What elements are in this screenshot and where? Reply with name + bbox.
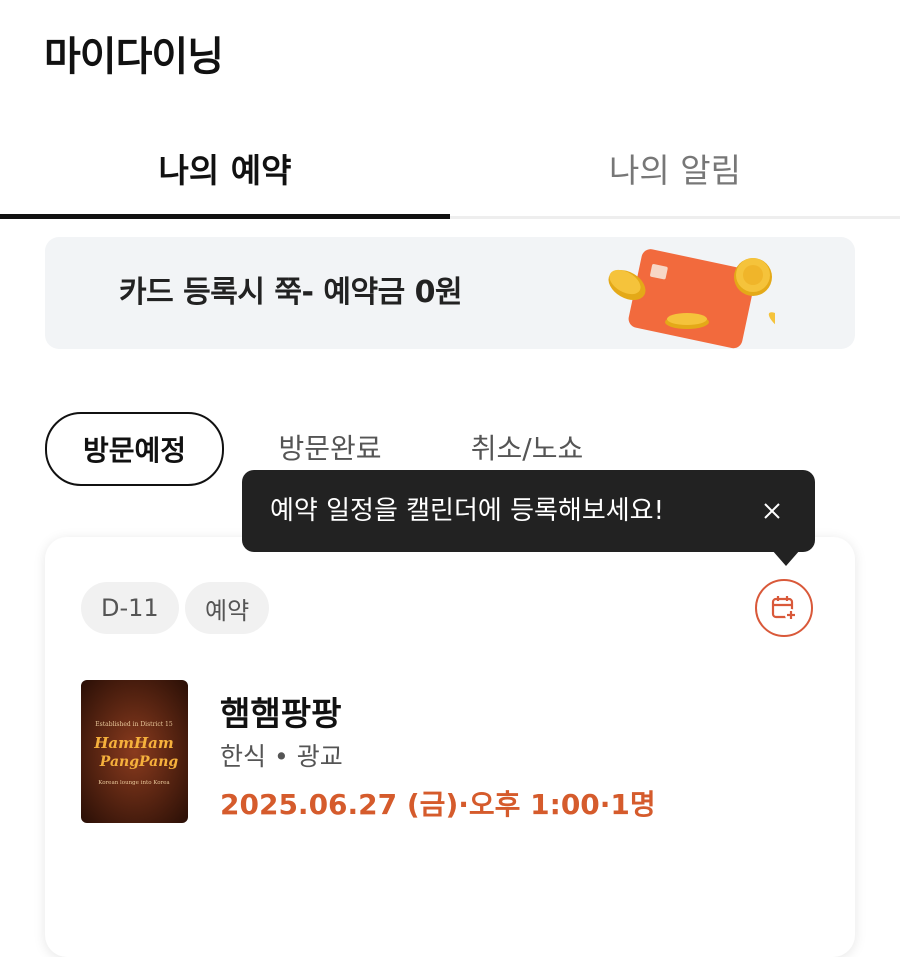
tab-bar: 나의 예약 나의 알림	[0, 120, 900, 220]
banner-text: 카드 등록시 쭉- 예약금 0원	[119, 275, 463, 310]
restaurant-logo-image: Established in District 15 HamHam PangPa…	[81, 680, 188, 823]
filter-upcoming[interactable]: 방문예정	[45, 412, 224, 486]
svg-text:PangPang: PangPang	[99, 754, 179, 770]
restaurant-location: 광교	[296, 742, 343, 771]
tooltip-close-button[interactable]	[752, 491, 792, 531]
add-to-calendar-button[interactable]	[755, 579, 813, 637]
tooltip-text: 예약 일정을 캘린더에 등록해보세요!	[270, 496, 665, 526]
credit-card-coins-icon	[608, 249, 775, 349]
svg-text:Established in District 15: Established in District 15	[95, 721, 173, 728]
separator-dot: •	[274, 742, 289, 771]
reservation-datetime: 2025.06.27 (금)·오후 1:00·1명	[220, 788, 656, 821]
restaurant-thumbnail[interactable]: Established in District 15 HamHam PangPa…	[81, 680, 188, 823]
restaurant-name[interactable]: 햄햄팡팡	[220, 687, 341, 735]
svg-text:HamHam: HamHam	[93, 734, 174, 752]
page-title: 마이다이닝	[44, 34, 224, 80]
active-tab-indicator	[0, 214, 450, 219]
dday-badge: D-11	[81, 582, 179, 634]
close-icon	[764, 503, 780, 519]
restaurant-category: 한식	[220, 742, 267, 771]
tab-my-reservations[interactable]: 나의 예약	[0, 120, 450, 216]
status-badge: 예약	[185, 582, 270, 634]
svg-text:Korean lounge into Korea: Korean lounge into Korea	[98, 780, 170, 786]
tab-divider	[450, 216, 900, 219]
calendar-tooltip: 예약 일정을 캘린더에 등록해보세요!	[242, 470, 815, 566]
reservation-card[interactable]: D-11 예약 Established in District 15 HamHa…	[45, 537, 855, 957]
tooltip-arrow	[772, 550, 800, 566]
restaurant-meta: 한식 • 광교	[220, 737, 343, 773]
card-registration-banner[interactable]: 카드 등록시 쭉- 예약금 0원	[45, 237, 855, 349]
tab-my-notifications[interactable]: 나의 알림	[450, 120, 900, 216]
calendar-add-icon	[771, 596, 797, 621]
